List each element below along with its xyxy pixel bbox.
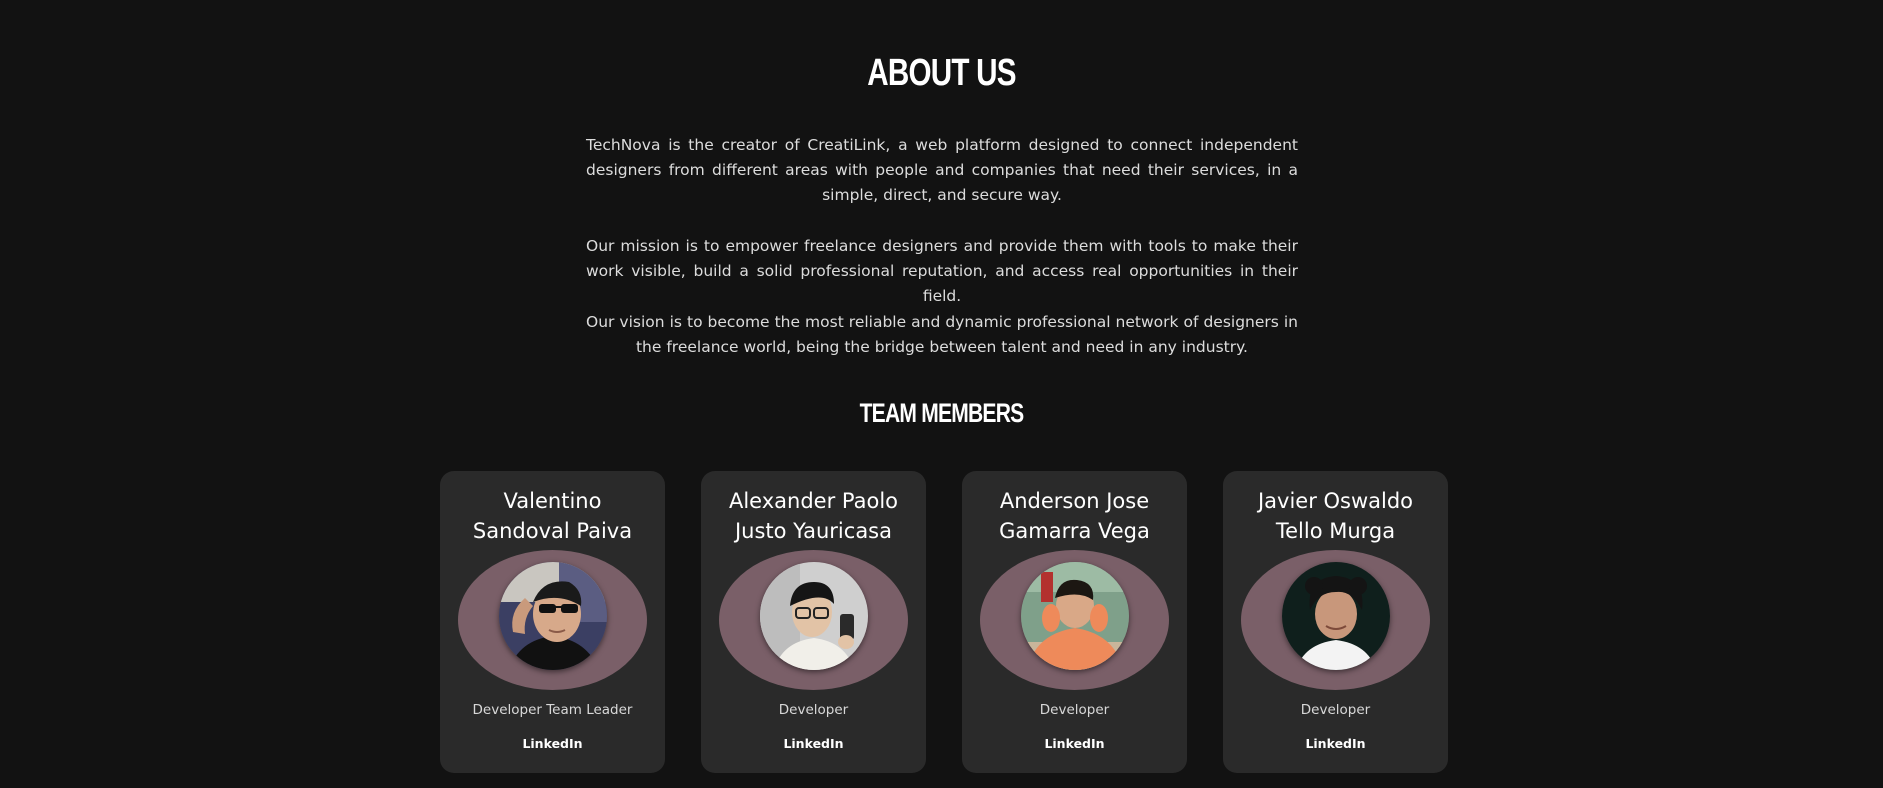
avatar-frame [1241, 550, 1430, 690]
member-role: Developer [778, 702, 849, 718]
member-photo [1282, 562, 1390, 670]
member-role: Developer Team Leader [472, 702, 633, 718]
avatar-frame [719, 550, 908, 690]
member-photo [499, 562, 607, 670]
about-us-heading: ABOUT US [867, 52, 1016, 94]
linkedin-link[interactable]: LinkedIn [701, 736, 926, 751]
team-member-card: Javier Oswaldo Tello Murga Developer Lin… [1223, 471, 1448, 773]
linkedin-link[interactable]: LinkedIn [440, 736, 665, 751]
linkedin-link[interactable]: LinkedIn [1223, 736, 1448, 751]
about-paragraph-intro: TechNova is the creator of CreatiLink, a… [586, 136, 1298, 204]
member-role: Developer [1300, 702, 1371, 718]
about-paragraph-vision: Our vision is to become the most reliabl… [586, 313, 1298, 356]
team-members-grid: Valentino Sandoval Paiva Developer Team … [440, 471, 1448, 773]
member-name: Anderson Jose Gamarra Vega [999, 489, 1150, 543]
team-member-card: Valentino Sandoval Paiva Developer Team … [440, 471, 665, 773]
about-paragraph-mission: Our mission is to empower freelance desi… [586, 237, 1298, 305]
avatar-frame [980, 550, 1169, 690]
team-member-card: Anderson Jose Gamarra Vega Developer Lin… [962, 471, 1187, 773]
team-members-heading: TEAM MEMBERS [859, 398, 1025, 428]
member-name: Javier Oswaldo Tello Murga [1257, 489, 1414, 543]
avatar-frame [458, 550, 647, 690]
member-name: Valentino Sandoval Paiva [472, 489, 633, 543]
member-photo [1021, 562, 1129, 670]
team-member-card: Alexander Paolo Justo Yauricasa Develope… [701, 471, 926, 773]
member-name: Alexander Paolo Justo Yauricasa [728, 489, 899, 543]
member-photo [760, 562, 868, 670]
member-role: Developer [1039, 702, 1110, 718]
linkedin-link[interactable]: LinkedIn [962, 736, 1187, 751]
